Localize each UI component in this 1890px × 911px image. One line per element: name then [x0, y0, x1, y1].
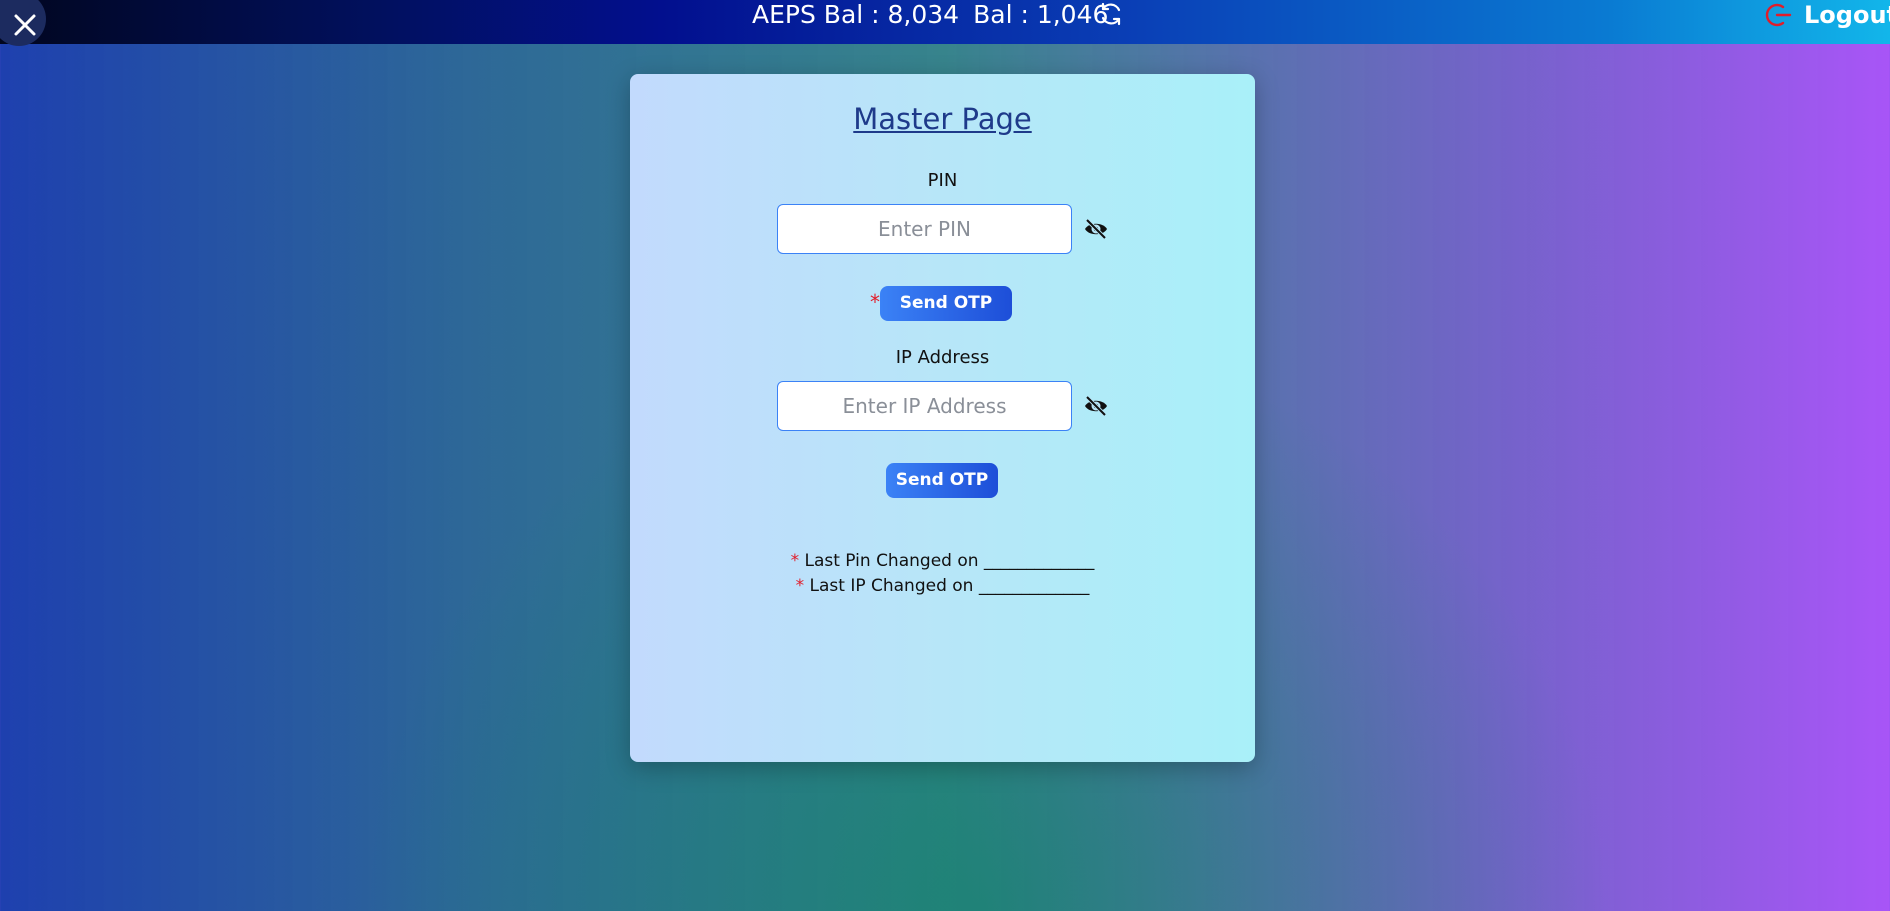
- eye-slash-icon[interactable]: [1083, 393, 1109, 419]
- last-ip-changed-text: Last IP Changed on _____________: [809, 576, 1090, 596]
- logout-icon: [1765, 3, 1792, 27]
- last-ip-changed-note: * Last IP Changed on _____________: [630, 574, 1255, 599]
- pin-input[interactable]: [777, 204, 1072, 254]
- eye-slash-icon[interactable]: [1083, 216, 1109, 242]
- aeps-balance: AEPS Bal : 8,034: [752, 0, 960, 29]
- main-balance: Bal : 1,046: [973, 0, 1109, 29]
- required-marker: *: [870, 290, 880, 314]
- ip-label: IP Address: [895, 347, 990, 368]
- close-icon: [14, 14, 36, 36]
- logout-button[interactable]: Logout: [1764, 0, 1890, 30]
- logout-label: Logout: [1804, 1, 1890, 29]
- last-pin-changed-note: * Last Pin Changed on _____________: [630, 549, 1255, 574]
- ip-address-input[interactable]: [777, 381, 1072, 431]
- ip-send-otp-button[interactable]: Send OTP: [886, 463, 998, 498]
- required-marker: *: [795, 576, 805, 596]
- master-card: Master Page PIN * Send OTP IP Address Se…: [630, 74, 1255, 762]
- page-title: Master Page: [853, 102, 1032, 136]
- refresh-icon[interactable]: [1097, 0, 1125, 28]
- last-pin-changed-text: Last Pin Changed on _____________: [804, 551, 1095, 571]
- pin-label: PIN: [927, 170, 958, 191]
- change-notes: * Last Pin Changed on _____________ * La…: [630, 549, 1255, 599]
- required-marker: *: [790, 551, 800, 571]
- pin-send-otp-button[interactable]: Send OTP: [880, 286, 1012, 321]
- balance-display: AEPS Bal : 8,034 Bal : 1,046: [752, 0, 1122, 30]
